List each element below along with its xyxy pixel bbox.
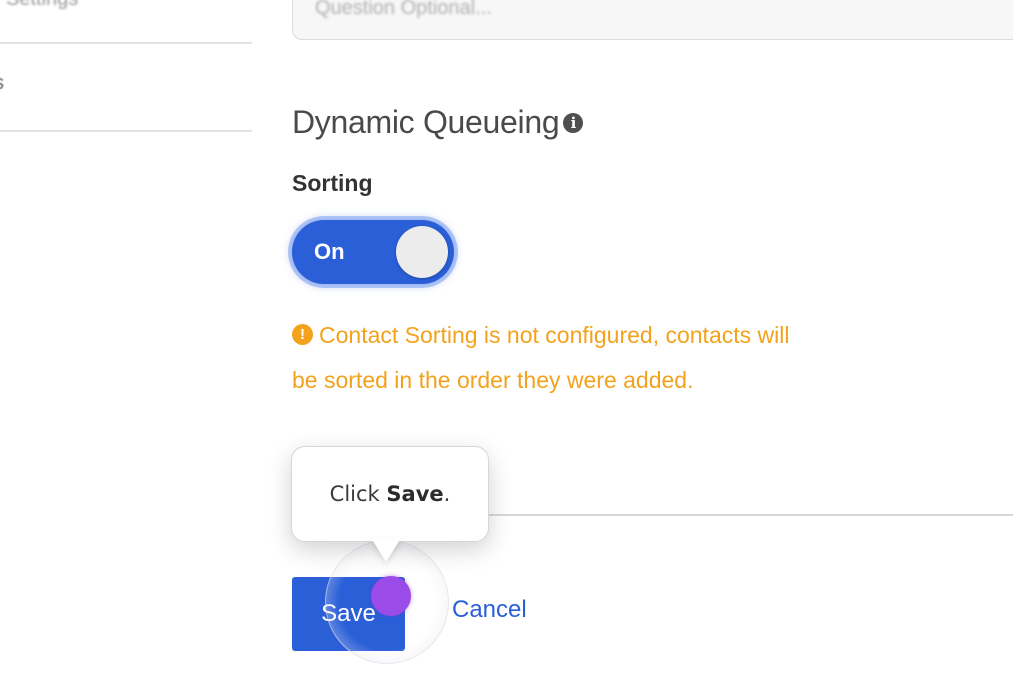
section-title: Dynamic Queueing i: [292, 104, 584, 141]
question-input[interactable]: Question Optional...: [292, 0, 1013, 40]
save-button[interactable]: Save: [292, 577, 405, 651]
tooltip-emphasis: Save: [386, 482, 444, 506]
sorting-toggle[interactable]: On: [292, 220, 454, 284]
sidebar-item[interactable]: s: [0, 44, 252, 132]
tooltip-prefix: Click: [329, 482, 380, 506]
main-content: Question Optional... Dynamic Queueing i S…: [252, 0, 1013, 693]
sidebar-item-label: s: [0, 72, 4, 95]
toggle-label: On: [314, 239, 345, 264]
sidebar-item-label: Settings: [6, 0, 78, 11]
tutorial-tooltip: Click Save.: [291, 446, 489, 542]
question-input-placeholder: Question Optional...: [315, 0, 492, 19]
warning-text: Contact Sorting is not configured, conta…: [292, 322, 790, 393]
sidebar-item-settings[interactable]: Settings: [0, 0, 252, 44]
toggle-knob: [396, 226, 448, 278]
tooltip-suffix: .: [443, 482, 451, 506]
cancel-link[interactable]: Cancel: [452, 596, 527, 624]
sorting-label: Sorting: [292, 170, 373, 196]
tooltip-arrow: [371, 538, 401, 562]
warning-message: ! Contact Sorting is not configured, cont…: [292, 313, 812, 403]
info-icon[interactable]: i: [563, 112, 584, 133]
sidebar: Settings s: [0, 0, 252, 693]
exclamation-circle-icon: !: [292, 324, 313, 346]
section-title-text: Dynamic Queueing: [292, 104, 560, 140]
